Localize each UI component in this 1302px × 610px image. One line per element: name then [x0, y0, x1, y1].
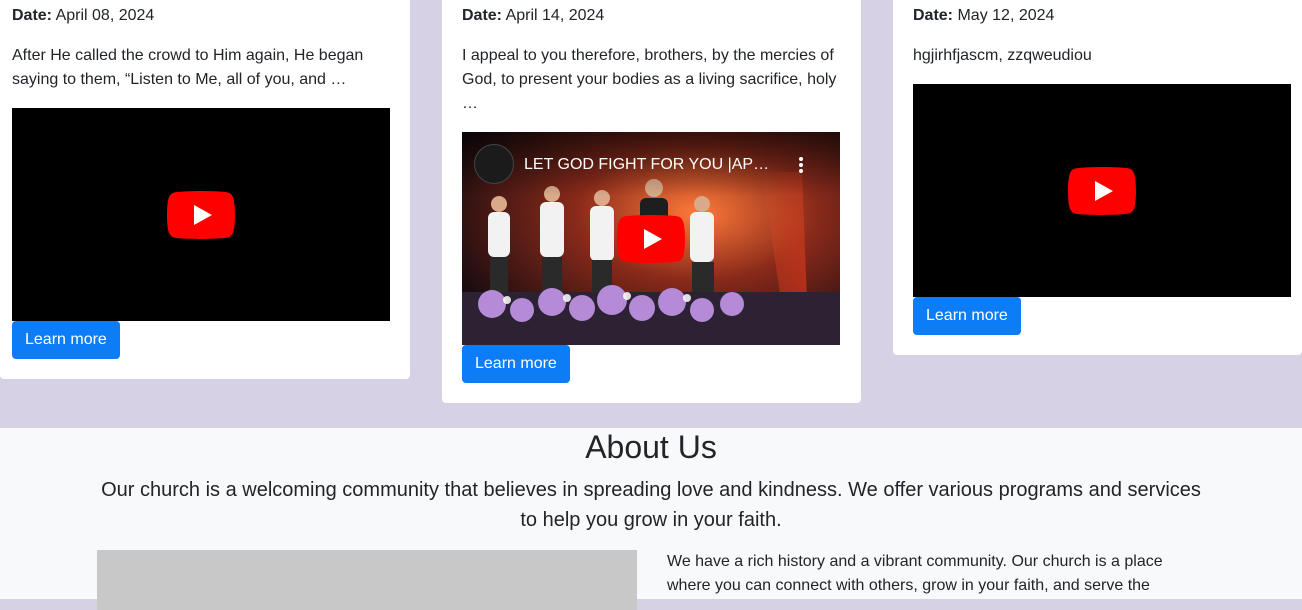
video-title[interactable]: LET GOD FIGHT FOR YOU |AP… — [524, 155, 769, 175]
youtube-play-icon[interactable] — [167, 190, 235, 239]
about-image — [97, 550, 637, 610]
date-value: April 14, 2024 — [505, 7, 605, 24]
sermon-date: Date: May 12, 2024 — [913, 6, 1054, 26]
sermon-cards-section: Date: April 08, 2024 After He called the… — [0, 0, 1302, 428]
sermon-date: Date: April 08, 2024 — [12, 6, 154, 26]
date-label: Date: — [12, 7, 53, 24]
sermon-date: Date: April 14, 2024 — [462, 6, 604, 26]
more-vertical-icon[interactable] — [798, 156, 804, 174]
about-history-text: We have a rich history and a vibrant com… — [667, 553, 1163, 594]
about-section: About Us Our church is a welcoming commu… — [0, 428, 1302, 610]
video-player[interactable]: LET GOD FIGHT FOR YOU |AP… — [462, 132, 840, 345]
learn-more-button[interactable]: Learn more — [913, 297, 1021, 335]
sermon-excerpt: hgjirhfjascm, zzqweudiou — [913, 47, 1092, 64]
sermon-card: Date: April 14, 2024 I appeal to you the… — [442, 0, 861, 403]
youtube-play-icon[interactable] — [617, 214, 685, 263]
sermon-excerpt: I appeal to you therefore, brothers, by … — [462, 47, 837, 112]
about-heading: About Us — [585, 429, 717, 465]
date-label: Date: — [462, 7, 503, 24]
video-player[interactable] — [12, 108, 390, 321]
about-lead: Our church is a welcoming community that… — [101, 479, 1201, 531]
sermon-excerpt: After He called the crowd to Him again, … — [12, 47, 364, 88]
youtube-play-icon[interactable] — [1068, 166, 1136, 215]
sermon-card: Date: April 08, 2024 After He called the… — [0, 0, 410, 379]
date-value: April 08, 2024 — [55, 7, 155, 24]
channel-logo-icon[interactable] — [474, 144, 514, 184]
learn-more-button[interactable]: Learn more — [12, 321, 120, 359]
date-label: Date: — [913, 7, 954, 24]
video-player[interactable] — [913, 84, 1291, 297]
sermon-card: Date: May 12, 2024 hgjirhfjascm, zzqweud… — [893, 0, 1302, 355]
learn-more-button[interactable]: Learn more — [462, 345, 570, 383]
date-value: May 12, 2024 — [957, 7, 1055, 24]
